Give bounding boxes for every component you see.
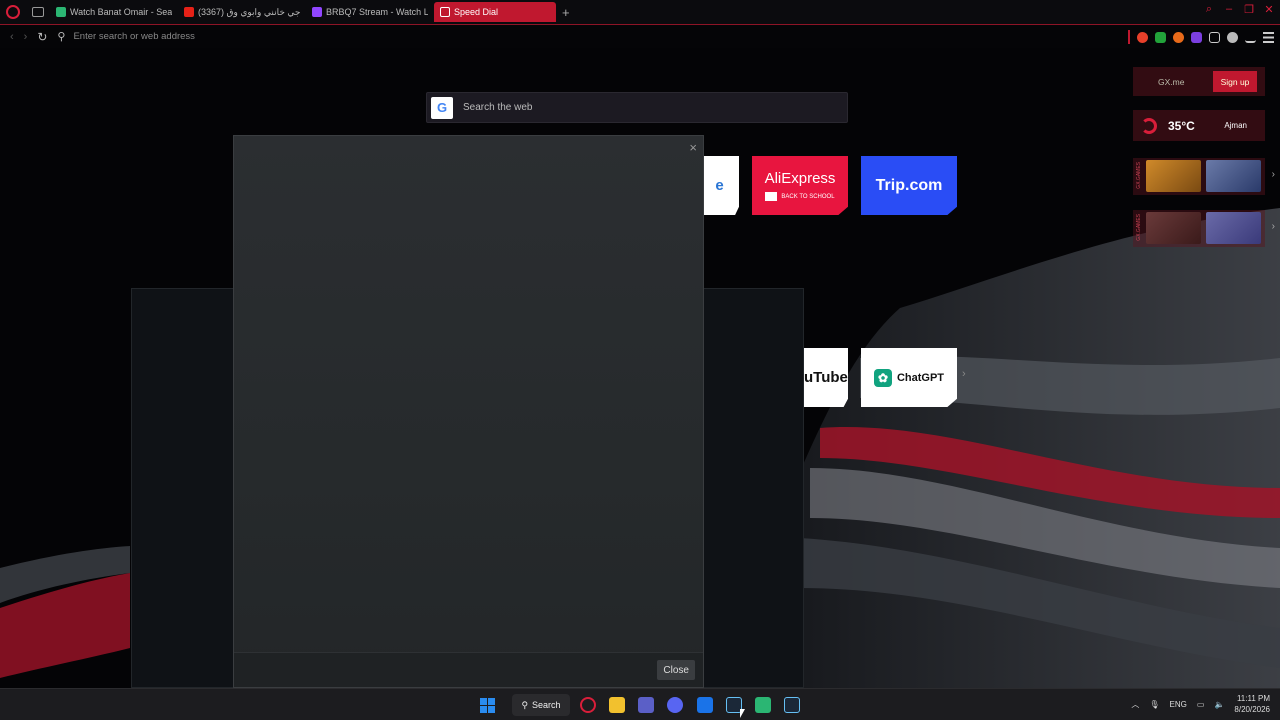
- gx-me-link[interactable]: GX.me: [1158, 77, 1184, 87]
- kick-favicon-icon: [312, 7, 322, 17]
- time: 11:11 PM: [1236, 694, 1270, 703]
- tile-label: e: [715, 177, 724, 194]
- reload-button[interactable]: ↻: [37, 30, 47, 44]
- speed-dial-tile-youtube[interactable]: uTube: [804, 348, 848, 407]
- steam-icon[interactable]: [784, 697, 800, 713]
- back-button[interactable]: ‹: [10, 31, 14, 43]
- google-icon[interactable]: G: [431, 96, 453, 119]
- gx-games-row: GX.GAMES ›: [1133, 210, 1275, 247]
- tab-youtube[interactable]: (3367) زوجي خانني وابوي وق: [178, 2, 300, 22]
- mail-icon[interactable]: [697, 697, 713, 713]
- opera-menu-icon[interactable]: [6, 5, 20, 19]
- gx-control-icon[interactable]: [1137, 31, 1148, 43]
- profile-icon[interactable]: [1227, 31, 1238, 43]
- system-tray: ︿ 🎙 ENG ▭ 🔈 11:11 PM 8/20/2026: [1131, 693, 1270, 715]
- discord-icon[interactable]: [667, 697, 683, 713]
- app-icon[interactable]: [755, 697, 771, 713]
- maximize-button[interactable]: ❐: [1244, 3, 1254, 16]
- promo-badge-icon: [765, 192, 778, 201]
- search-icon: ⚲: [521, 699, 529, 710]
- language-indicator[interactable]: ENG: [1170, 700, 1187, 709]
- chevron-right-icon[interactable]: ›: [1272, 169, 1275, 180]
- address-bar: ‹ › ↻ ⚲: [0, 25, 1280, 48]
- extensions-bar: [1128, 30, 1274, 44]
- minimize-button[interactable]: –: [1224, 3, 1234, 16]
- speed-dial-tile-trip[interactable]: Trip.com: [861, 156, 957, 215]
- tab-speed-dial[interactable]: Speed Dial: [434, 2, 556, 22]
- windows-taskbar: ⚲ Search ︿ 🎙 ENG ▭ 🔈 11:11 PM 8/20/2026: [0, 688, 1280, 720]
- speed-dial-favicon-icon: [440, 7, 450, 17]
- web-search-input[interactable]: [463, 102, 823, 113]
- taskbar-search-label: Search: [532, 700, 561, 710]
- date: 8/20/2026: [1234, 705, 1270, 714]
- tile-label: Trip.com: [875, 176, 943, 194]
- network-icon[interactable]: ▭: [1197, 700, 1205, 709]
- extension-icon[interactable]: [1155, 31, 1166, 43]
- clock[interactable]: 11:11 PM 8/20/2026: [1234, 693, 1270, 715]
- window-controls: ⌕ – ❐ ✕: [1204, 3, 1274, 16]
- tile-label: ChatGPT: [896, 371, 945, 384]
- temperature: 35°C: [1168, 118, 1195, 133]
- volume-icon[interactable]: 🔈: [1214, 700, 1224, 709]
- file-explorer-icon[interactable]: [609, 697, 625, 713]
- teams-icon[interactable]: [638, 697, 654, 713]
- new-tab-button[interactable]: +: [562, 5, 570, 20]
- close-button[interactable]: Close: [657, 660, 695, 680]
- sign-up-button[interactable]: Sign up: [1213, 71, 1257, 92]
- game-thumbnail[interactable]: [1146, 212, 1201, 244]
- game-thumbnail[interactable]: [1206, 212, 1261, 244]
- screen: Watch Banat Omair - Seaso (3367) زوجي خا…: [0, 0, 1280, 720]
- download-icon[interactable]: [1245, 32, 1256, 43]
- youtube-favicon-icon: [184, 7, 194, 17]
- speed-dial-tile-chatgpt[interactable]: ✿ ChatGPT: [861, 348, 957, 407]
- tab-banat-omair[interactable]: Watch Banat Omair - Seaso: [50, 2, 172, 22]
- game-thumbnail[interactable]: [1206, 160, 1261, 192]
- search-tabs-icon[interactable]: ⌕: [1204, 3, 1214, 16]
- tile-label: uTube: [804, 369, 848, 386]
- gx-games-label: GX.GAMES: [1136, 162, 1142, 189]
- address-input[interactable]: [73, 31, 474, 42]
- tab-label: BRBQ7 Stream - Watch Live: [326, 7, 428, 17]
- microphone-icon[interactable]: 🎙: [1149, 700, 1159, 709]
- tile-sublabel: BACK TO SCHOOL: [765, 192, 835, 201]
- game-thumbnail[interactable]: [1146, 160, 1201, 192]
- tab-bar: Watch Banat Omair - Seaso (3367) زوجي خا…: [0, 0, 1280, 24]
- gx-games-label: GX.GAMES: [1136, 214, 1142, 241]
- speed-dial-tile-amazon[interactable]: e: [700, 156, 739, 215]
- mouse-cursor-icon: [740, 709, 745, 718]
- tile-label: AliExpress: [764, 170, 836, 187]
- tab-brbq7[interactable]: BRBQ7 Stream - Watch Live: [306, 2, 428, 22]
- close-icon[interactable]: ×: [689, 140, 697, 155]
- dialog-modal: × Close: [233, 135, 704, 688]
- extension-icon[interactable]: [1173, 31, 1184, 43]
- extension-icon[interactable]: [1191, 31, 1202, 43]
- speed-dial-search: G: [426, 92, 848, 123]
- tab-favicon-icon: [56, 7, 66, 17]
- weather-widget[interactable]: 35°C Ajman: [1133, 110, 1265, 141]
- chevron-right-icon[interactable]: ›: [962, 368, 966, 380]
- gx-games-row: GX.GAMES ›: [1133, 158, 1275, 195]
- gx-account-widget: GX.me Sign up: [1133, 67, 1265, 96]
- puzzle-icon[interactable]: [1209, 31, 1220, 43]
- chatgpt-icon: ✿: [873, 368, 892, 387]
- search-icon: ⚲: [57, 31, 66, 43]
- tile-sublabel-text: BACK TO SCHOOL: [781, 193, 835, 200]
- chevron-right-icon[interactable]: ›: [1272, 221, 1275, 232]
- forward-button[interactable]: ›: [24, 31, 28, 43]
- moon-icon: [1141, 117, 1157, 134]
- dialog-footer: Close: [234, 652, 703, 687]
- speed-dial-tile-aliexpress[interactable]: AliExpress BACK TO SCHOOL: [752, 156, 848, 215]
- extensions-divider: [1128, 30, 1130, 44]
- tab-islands-icon[interactable]: [32, 7, 44, 17]
- menu-icon[interactable]: [1263, 31, 1274, 43]
- tab-label: Speed Dial: [454, 7, 499, 17]
- city-name: Ajman: [1224, 121, 1247, 130]
- close-window-button[interactable]: ✕: [1264, 3, 1274, 16]
- tab-label: Watch Banat Omair - Seaso: [70, 7, 172, 17]
- tab-label: (3367) زوجي خانني وابوي وق: [198, 6, 300, 17]
- chevron-up-icon[interactable]: ︿: [1131, 699, 1139, 710]
- windows-start-icon[interactable]: [480, 698, 495, 713]
- taskbar-search-button[interactable]: ⚲ Search: [512, 694, 570, 716]
- opera-gx-taskbar-icon[interactable]: [580, 697, 596, 713]
